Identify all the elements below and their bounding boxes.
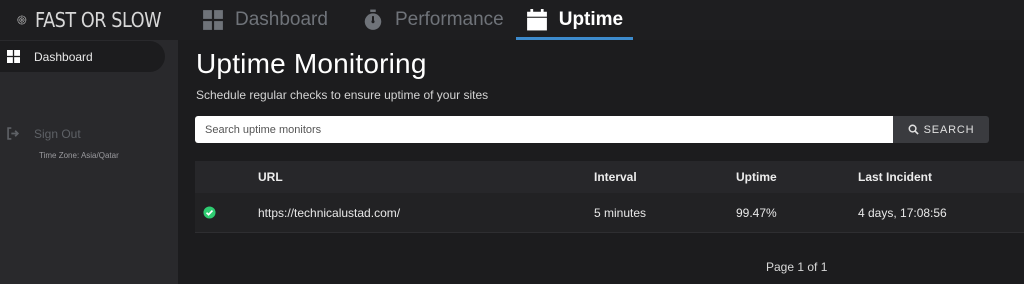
search-button[interactable]: SEARCH (893, 116, 989, 143)
sidebar-item-label: Sign Out (34, 126, 81, 141)
header-last-incident[interactable]: Last Incident (858, 170, 1024, 184)
status-cell (195, 206, 258, 219)
main-content: Uptime Monitoring Schedule regular check… (178, 40, 1024, 284)
interval-cell: 5 minutes (594, 205, 647, 220)
grid-icon (7, 50, 20, 63)
check-circle-icon (203, 206, 216, 219)
logo[interactable]: FAST OR SLOW (0, 0, 178, 40)
last-incident-cell: 4 days, 17:08:56 (858, 205, 947, 220)
sidebar: Dashboard Sign Out Time Zone: Asia/Qatar (0, 40, 178, 284)
header-uptime[interactable]: Uptime (736, 170, 858, 184)
sidebar-item-sign-out[interactable]: Sign Out (0, 118, 178, 149)
table-row[interactable]: https://technicalustad.com/ 5 minutes 99… (195, 193, 1024, 233)
sign-out-icon (7, 127, 20, 140)
logo-icon (17, 15, 27, 25)
stopwatch-icon (364, 9, 382, 30)
uptime-cell: 99.47% (736, 205, 777, 220)
pagination-label: Page 1 of 1 (766, 260, 828, 274)
timezone-label: Time Zone: Asia/Qatar (39, 151, 119, 160)
header-interval[interactable]: Interval (594, 170, 736, 184)
table-header: URL Interval Uptime Last Incident (195, 161, 1024, 193)
sidebar-item-dashboard[interactable]: Dashboard (0, 41, 165, 72)
page-title: Uptime Monitoring (196, 48, 427, 79)
header-url[interactable]: URL (258, 170, 594, 184)
search-icon (908, 124, 919, 135)
tab-dashboard-label: Dashboard (235, 9, 328, 30)
tab-uptime[interactable]: Uptime (515, 0, 634, 40)
tab-uptime-label: Uptime (558, 9, 624, 30)
calendar-icon (526, 9, 547, 31)
search-button-label: SEARCH (923, 123, 975, 136)
uptime-table: URL Interval Uptime Last Incident https:… (195, 161, 1024, 233)
sidebar-item-label: Dashboard (34, 49, 93, 64)
search-input[interactable] (195, 116, 893, 143)
grid-icon (203, 10, 223, 30)
top-bar: FAST OR SLOW Dashboard Performance Uptim… (0, 0, 1024, 40)
main-nav: Dashboard Performance Uptime (178, 0, 634, 40)
tab-performance[interactable]: Performance (340, 0, 516, 40)
page-subtitle: Schedule regular checks to ensure uptime… (196, 88, 489, 102)
app-name: FAST OR SLOW (34, 8, 162, 32)
url-cell[interactable]: https://technicalustad.com/ (258, 206, 594, 220)
tab-dashboard[interactable]: Dashboard (178, 0, 340, 40)
tab-performance-label: Performance (394, 9, 504, 30)
search-bar: SEARCH (195, 116, 989, 143)
